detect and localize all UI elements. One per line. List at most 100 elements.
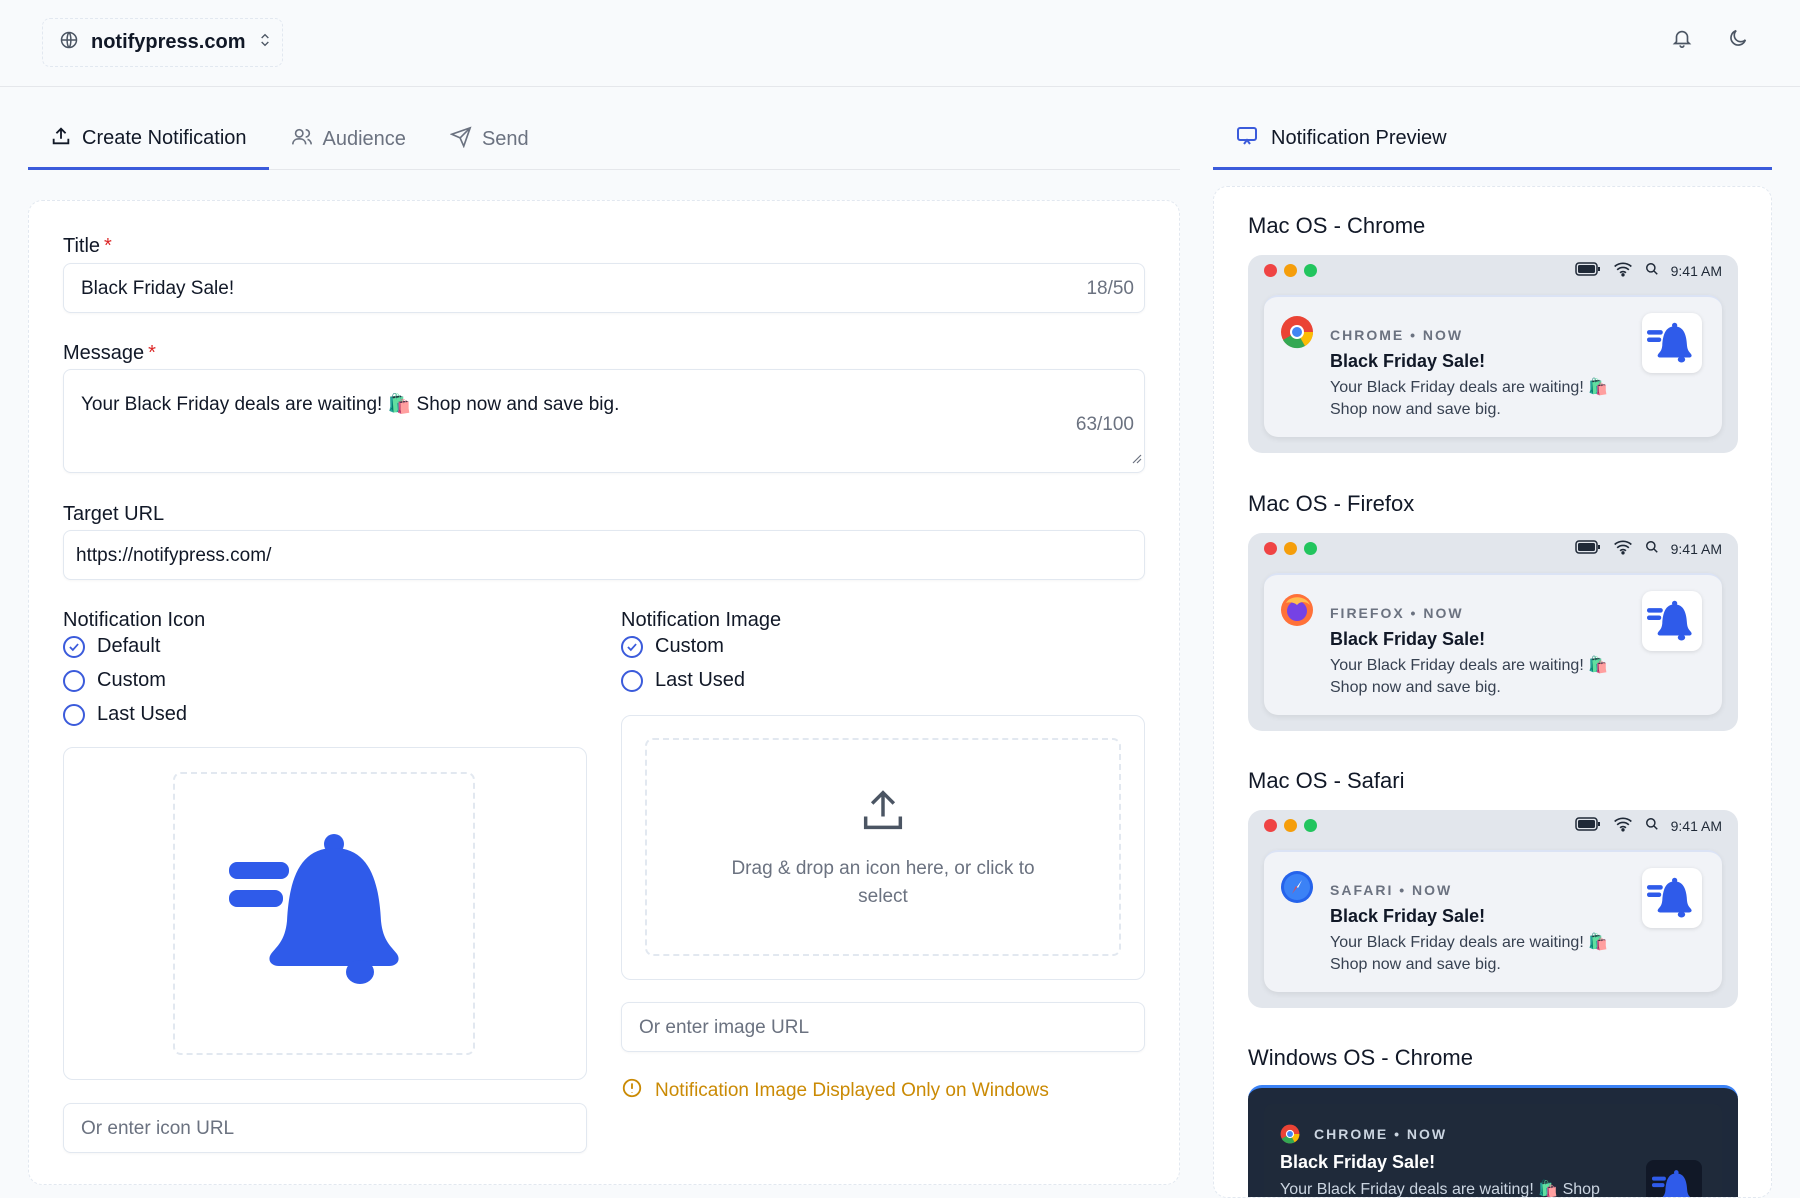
notification-message: Your Black Friday deals are waiting! 🛍️ … (1330, 934, 1609, 973)
title-counter: 18/50 (1086, 278, 1134, 299)
battery-icon (1574, 262, 1601, 279)
upload-icon (50, 125, 72, 153)
notification-card[interactable]: SAFARI • NOW Black Friday Sale! Your Bla… (1264, 850, 1722, 992)
tab-send[interactable]: Send (428, 110, 551, 169)
option-label: Last Used (97, 703, 188, 725)
image-upload-box: Drag & drop an icon here, or click to se… (621, 715, 1145, 980)
battery-icon (1574, 540, 1601, 557)
notification-title: Black Friday Sale! (1330, 351, 1486, 371)
warning-text: Notification Image Displayed Only on Win… (655, 1080, 1049, 1101)
icon-option-custom[interactable]: Custom (63, 669, 166, 692)
notification-card[interactable]: CHROME • NOW Black Friday Sale! Your Bla… (1264, 1104, 1722, 1198)
option-label: Last Used (655, 669, 746, 691)
required-mark: * (148, 342, 156, 364)
icon-dropzone[interactable] (173, 772, 475, 1055)
message-label: Message * (63, 342, 156, 364)
notification-title: Black Friday Sale! (1330, 906, 1486, 926)
monitor-icon (1235, 124, 1259, 154)
preview-tab-label: Notification Preview (1271, 127, 1447, 149)
preview-heading: Mac OS - Firefox (1248, 491, 1415, 516)
icon-preview-box (63, 747, 587, 1080)
tab-bar: Create Notification Audience Send (28, 110, 1180, 170)
moon-icon[interactable] (1726, 26, 1750, 50)
chrome-logo-icon (1280, 315, 1314, 349)
bell-notification-icon (1646, 1160, 1702, 1197)
image-url-placeholder: Or enter image URL (639, 1017, 810, 1038)
preview-panel: Mac OS - Chrome 9:41 AM CHROME • NOW Bla… (1213, 186, 1772, 1198)
image-url-input[interactable]: Or enter image URL (621, 1002, 1145, 1052)
image-dropzone[interactable]: Drag & drop an icon here, or click to se… (645, 738, 1121, 956)
preview-heading: Windows OS - Chrome (1248, 1045, 1473, 1070)
status-area: 9:41 AM (1574, 261, 1722, 280)
notification-icon-label: Notification Icon (63, 609, 206, 631)
icon-option-default[interactable]: Default (63, 635, 160, 658)
create-notification-form: Title * Black Friday Sale! 18/50 Message *… (28, 200, 1180, 1185)
notification-source: SAFARI • NOW (1330, 882, 1453, 898)
wifi-icon (1613, 539, 1633, 558)
radio-checked-icon (63, 635, 85, 658)
close-dot-icon (1264, 541, 1277, 555)
maximize-dot-icon (1304, 263, 1317, 277)
bell-icon[interactable] (1670, 26, 1694, 50)
notification-card[interactable]: CHROME • NOW Black Friday Sale! Your Bla… (1264, 295, 1722, 437)
globe-icon (59, 30, 79, 55)
target-url-value: https://notifypress.com/ (76, 545, 272, 566)
bell-notification-icon (1642, 591, 1702, 651)
notification-source: CHROME • NOW (1330, 327, 1464, 343)
notification-message: Your Black Friday deals are waiting! 🛍️ … (1330, 657, 1609, 696)
bell-notification-icon (1642, 868, 1702, 928)
wifi-icon (1613, 261, 1633, 280)
target-url-input[interactable]: https://notifypress.com/ (63, 530, 1145, 580)
radio-empty-icon (621, 669, 643, 692)
bell-notification-icon (229, 826, 419, 1001)
tab-audience[interactable]: Audience (269, 110, 428, 169)
minimize-dot-icon (1284, 263, 1297, 277)
status-area: 9:41 AM (1574, 539, 1722, 558)
mac-safari-preview: 9:41 AM SAFARI • NOW Black Friday Sale! … (1248, 810, 1738, 1008)
option-label: Custom (97, 669, 166, 691)
notification-title: Black Friday Sale! (1280, 1152, 1436, 1172)
dropzone-text: Drag & drop an icon here, or click to se… (731, 857, 1035, 907)
users-icon (291, 126, 313, 154)
notification-message: Your Black Friday deals are waiting! 🛍️ … (1280, 1181, 1600, 1198)
icon-option-last-used[interactable]: Last Used (63, 703, 187, 726)
title-value: Black Friday Sale! (81, 278, 235, 299)
title-input[interactable]: Black Friday Sale! 18/50 (63, 263, 1145, 313)
message-value: Your Black Friday deals are waiting! 🛍️ … (81, 394, 620, 415)
upload-icon (857, 784, 909, 841)
status-time: 9:41 AM (1670, 817, 1722, 834)
icon-url-placeholder: Or enter icon URL (81, 1118, 235, 1139)
notification-title: Black Friday Sale! (1330, 629, 1486, 649)
site-name: notifypress.com (91, 31, 246, 53)
image-option-last-used[interactable]: Last Used (621, 669, 745, 692)
firefox-logo-icon (1280, 593, 1314, 627)
tab-label: Create Notification (82, 127, 247, 149)
target-url-label: Target URL (63, 503, 165, 525)
notification-source: CHROME • NOW (1314, 1126, 1448, 1142)
message-textarea[interactable]: Your Black Friday deals are waiting! 🛍️ … (63, 369, 1145, 473)
radio-empty-icon (63, 669, 85, 692)
status-time: 9:41 AM (1670, 262, 1722, 279)
option-label: Default (97, 635, 161, 657)
preview-heading: Mac OS - Chrome (1248, 213, 1426, 238)
maximize-dot-icon (1304, 541, 1317, 555)
notification-card[interactable]: FIREFOX • NOW Black Friday Sale! Your Bl… (1264, 573, 1722, 715)
chrome-logo-icon (1280, 1124, 1300, 1149)
notification-source: FIREFOX • NOW (1330, 605, 1464, 621)
image-option-custom[interactable]: Custom (621, 635, 724, 658)
minimize-dot-icon (1284, 818, 1297, 832)
site-switcher[interactable]: notifypress.com (42, 18, 283, 67)
icon-url-input[interactable]: Or enter icon URL (63, 1103, 587, 1153)
send-icon (449, 125, 472, 154)
status-time: 9:41 AM (1670, 540, 1722, 557)
search-icon (1645, 540, 1659, 557)
search-icon (1645, 262, 1659, 279)
resize-handle-icon[interactable] (1130, 448, 1142, 470)
tab-notification-preview[interactable]: Notification Preview (1213, 110, 1772, 170)
tab-label: Send (481, 128, 529, 150)
close-dot-icon (1264, 818, 1277, 832)
maximize-dot-icon (1304, 818, 1317, 832)
tab-create-notification[interactable]: Create Notification (28, 110, 269, 170)
minimize-dot-icon (1284, 541, 1297, 555)
mac-chrome-preview: 9:41 AM CHROME • NOW Black Friday Sale! … (1248, 255, 1738, 453)
